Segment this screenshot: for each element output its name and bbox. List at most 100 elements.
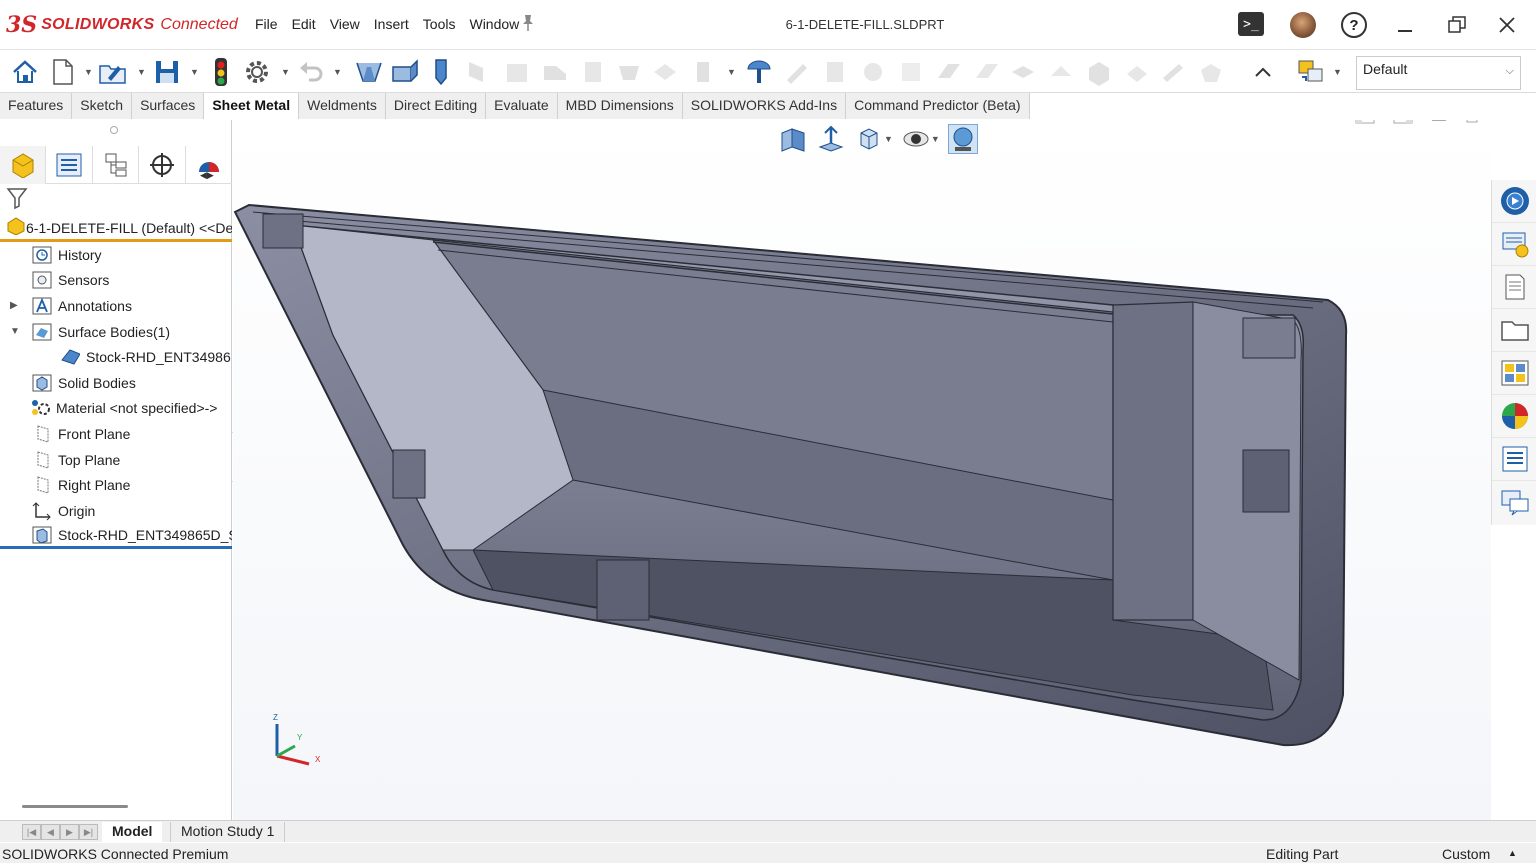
forming-tool-icon[interactable] [782, 57, 812, 87]
miter-flange-icon[interactable] [464, 57, 494, 87]
configuration-manager-icon[interactable] [1296, 57, 1326, 87]
appearances-icon[interactable] [1492, 395, 1536, 438]
pane-tabs-scroll-icon[interactable]: ◀▶ [200, 170, 214, 181]
tree-item-solid-bodies[interactable]: Solid Bodies [0, 370, 232, 396]
tree-item-origin[interactable]: Origin [0, 498, 232, 524]
corner-icon[interactable] [650, 57, 680, 87]
custom-properties-icon[interactable] [1492, 438, 1536, 481]
tree-item-material[interactable]: Material <not specified>-> [0, 396, 232, 422]
tree-item-front-plane[interactable]: Front Plane [0, 421, 232, 447]
jog-icon[interactable] [540, 57, 570, 87]
unfold-dropdown-caret-icon[interactable]: ▼ [727, 67, 736, 77]
view-palette-icon[interactable] [1492, 352, 1536, 395]
insert-bends-icon[interactable] [1046, 57, 1076, 87]
menu-view[interactable]: View [323, 16, 367, 32]
tree-item-stock-feature[interactable]: Stock-RHD_ENT349865D_S [0, 524, 232, 550]
options-dropdown-caret-icon[interactable]: ▼ [281, 67, 290, 77]
extruded-cut-icon[interactable] [1122, 57, 1152, 87]
expand-arrow-icon[interactable]: ▶ [10, 300, 18, 311]
new-document-icon[interactable] [48, 57, 78, 87]
property-manager-tab-icon[interactable] [46, 146, 93, 184]
solidworks-resources-icon[interactable] [1492, 180, 1536, 223]
prev-tab-icon[interactable]: ◀ [41, 824, 60, 840]
feature-manager-tab-icon[interactable] [0, 146, 47, 184]
unfold-icon[interactable] [690, 57, 720, 87]
graphics-area[interactable]: ▼ ▼ Z Y X [233, 120, 1491, 820]
tree-item-right-plane[interactable]: Right Plane [0, 472, 232, 498]
pane-grip-icon[interactable] [110, 126, 118, 134]
configuration-manager-tab-icon[interactable] [93, 146, 140, 184]
save-icon[interactable] [152, 57, 182, 87]
convert-to-sheet-metal-icon[interactable] [1084, 57, 1114, 87]
undo-dropdown-caret-icon[interactable]: ▼ [333, 67, 342, 77]
menu-window[interactable]: Window [462, 16, 526, 32]
help-icon[interactable]: ? [1341, 12, 1367, 38]
pin-menu-icon[interactable] [520, 14, 536, 37]
part-model[interactable] [233, 120, 1491, 820]
sheet-metal-gusset-icon[interactable] [1196, 57, 1226, 87]
new-dropdown-caret-icon[interactable]: ▼ [84, 67, 93, 77]
lofted-bend-icon[interactable] [614, 57, 644, 87]
tab-command-predictor[interactable]: Command Predictor (Beta) [846, 93, 1030, 119]
tab-evaluate[interactable]: Evaluate [486, 93, 558, 119]
tree-item-annotations[interactable]: ▶ Annotations [0, 293, 232, 319]
open-icon[interactable] [98, 57, 128, 87]
tab-mbd-dimensions[interactable]: MBD Dimensions [557, 93, 683, 119]
tab-solidworks-add-ins[interactable]: SOLIDWORKS Add-Ins [682, 93, 847, 119]
tab-weldments[interactable]: Weldments [299, 93, 386, 119]
menu-insert[interactable]: Insert [367, 16, 416, 32]
command-search-icon[interactable]: >_ [1238, 12, 1264, 36]
tab-direct-editing[interactable]: Direct Editing [385, 93, 487, 119]
home-icon[interactable] [10, 57, 40, 87]
cross-break-icon[interactable] [578, 57, 608, 87]
base-flange-icon[interactable] [354, 57, 384, 87]
close-button[interactable] [1490, 10, 1524, 40]
user-avatar[interactable] [1290, 12, 1316, 38]
simple-hole-icon[interactable] [1158, 57, 1188, 87]
minimize-button[interactable] [1388, 10, 1422, 40]
file-explorer-icon[interactable] [1492, 266, 1536, 309]
tree-item-history[interactable]: History [0, 242, 232, 268]
tree-item-sensors[interactable]: Sensors [0, 268, 232, 294]
rebuild-icon[interactable] [206, 57, 236, 87]
configuration-dropdown-caret-icon[interactable]: ▼ [1333, 67, 1342, 77]
horizontal-scrollbar[interactable] [22, 805, 128, 808]
tree-root-part[interactable]: 6-1-DELETE-FILL (Default) <<De [0, 216, 232, 242]
normal-cut-icon[interactable] [858, 57, 888, 87]
status-units[interactable]: Custom [1442, 846, 1490, 862]
dimxpert-manager-tab-icon[interactable] [139, 146, 186, 184]
menu-tools[interactable]: Tools [416, 16, 463, 32]
flatten-icon[interactable] [896, 57, 926, 87]
collapse-arrow-icon[interactable]: ▼ [10, 326, 20, 337]
restore-button[interactable] [1440, 10, 1474, 40]
edge-flange-icon[interactable] [390, 57, 420, 87]
open-dropdown-caret-icon[interactable]: ▼ [137, 67, 146, 77]
rip-icon[interactable] [1008, 57, 1038, 87]
undo-icon[interactable] [296, 57, 326, 87]
design-library-icon[interactable] [1492, 223, 1536, 266]
tab-motion-study-1[interactable]: Motion Study 1 [170, 822, 286, 842]
filter-icon[interactable] [6, 186, 28, 210]
tree-item-surface-bodies[interactable]: ▼ Surface Bodies(1) [0, 319, 232, 345]
first-tab-icon[interactable]: |◀ [22, 824, 41, 840]
bends-icon[interactable] [934, 57, 964, 87]
last-tab-icon[interactable]: ▶| [79, 824, 98, 840]
save-dropdown-caret-icon[interactable]: ▼ [190, 67, 199, 77]
next-tab-icon[interactable]: ▶ [60, 824, 79, 840]
collapse-ribbon-icon[interactable] [1248, 57, 1278, 87]
tab-model[interactable]: Model [102, 822, 163, 842]
sketched-bend-icon[interactable] [502, 57, 532, 87]
tab-sketch[interactable]: Sketch [72, 93, 133, 119]
hem-icon[interactable] [426, 57, 456, 87]
units-caret-icon[interactable]: ▲ [1508, 848, 1517, 858]
tab-sheet-metal[interactable]: Sheet Metal [204, 93, 300, 119]
configuration-select[interactable]: Default ⌵ [1356, 56, 1521, 90]
tab-surfaces[interactable]: Surfaces [132, 93, 205, 119]
tree-item-surface-body[interactable]: Stock-RHD_ENT34986 [0, 344, 232, 370]
options-gear-icon[interactable] [242, 57, 272, 87]
folder-icon[interactable] [1492, 309, 1536, 352]
tab-slot-icon[interactable] [820, 57, 850, 87]
tree-item-top-plane[interactable]: Top Plane [0, 447, 232, 473]
vent-icon[interactable] [744, 57, 774, 87]
no-bends-icon[interactable] [972, 57, 1002, 87]
